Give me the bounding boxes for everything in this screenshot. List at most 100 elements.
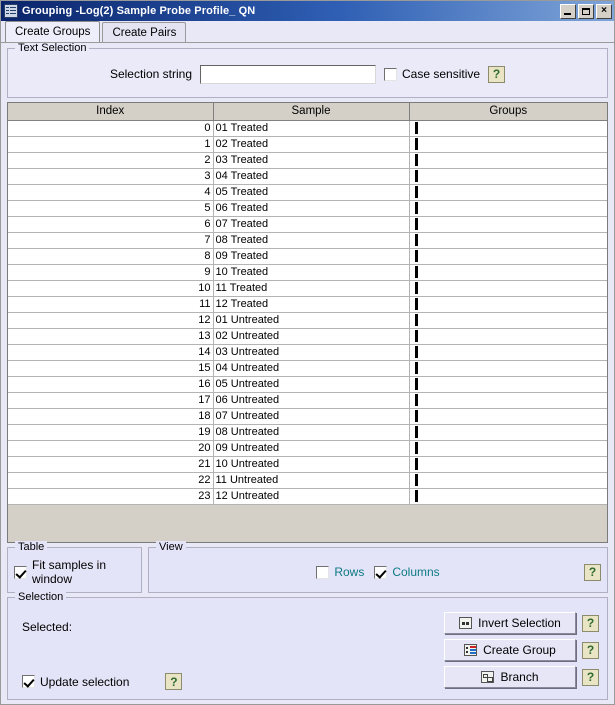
table-row[interactable]: 23 12 Untreated [8, 488, 607, 505]
groups-cell-caret-icon [414, 490, 418, 503]
cell-groups[interactable] [409, 344, 607, 361]
branch-button[interactable]: Branch [444, 666, 576, 688]
column-header-groups[interactable]: Groups [409, 103, 607, 121]
invert-selection-button[interactable]: Invert Selection [444, 612, 576, 634]
cell-groups[interactable] [409, 408, 607, 425]
view-rows-checkbox-box [316, 565, 330, 579]
view-rows-checkbox[interactable]: Rows [316, 565, 364, 579]
table-row[interactable]: 2 03 Treated [8, 152, 607, 169]
update-selection-checkbox-box [22, 675, 35, 688]
cell-groups[interactable] [409, 248, 607, 265]
cell-sample: 10 Untreated [213, 456, 410, 473]
cell-index: 22 [8, 472, 214, 489]
table-row[interactable]: 3 04 Treated [8, 168, 607, 185]
table-row[interactable]: 1 02 Treated [8, 136, 607, 153]
branch-help-button[interactable]: ? [582, 668, 599, 686]
create-group-button[interactable]: Create Group [444, 639, 576, 661]
cell-sample: 10 Treated [213, 264, 410, 281]
cell-index: 2 [8, 152, 214, 169]
maximize-button[interactable] [578, 3, 594, 19]
view-help-button[interactable]: ? [584, 563, 601, 581]
selection-panel: Selection Selected: Update selection ? I… [7, 591, 608, 700]
table-row[interactable]: 7 08 Treated [8, 232, 607, 249]
table-row[interactable]: 22 11 Untreated [8, 472, 607, 489]
table-row[interactable]: 18 07 Untreated [8, 408, 607, 425]
cell-groups[interactable] [409, 152, 607, 169]
table-row[interactable]: 13 02 Untreated [8, 328, 607, 345]
cell-index: 16 [8, 376, 214, 393]
cell-groups[interactable] [409, 488, 607, 505]
cell-sample: 07 Treated [213, 216, 410, 233]
view-columns-checkbox[interactable]: Columns [374, 565, 440, 579]
table-row[interactable]: 20 09 Untreated [8, 440, 607, 457]
groups-cell-caret-icon [414, 266, 418, 279]
cell-index: 1 [8, 136, 214, 153]
cell-groups[interactable] [409, 440, 607, 457]
column-header-sample[interactable]: Sample [213, 103, 410, 121]
table-row[interactable]: 15 04 Untreated [8, 360, 607, 377]
cell-groups[interactable] [409, 232, 607, 249]
cell-groups[interactable] [409, 120, 607, 137]
case-sensitive-checkbox[interactable]: Case sensitive [384, 67, 480, 81]
groups-cell-caret-icon [414, 410, 418, 423]
cell-groups[interactable] [409, 456, 607, 473]
tab-create-pairs[interactable]: Create Pairs [102, 22, 187, 42]
table-options-panel: Table Fit samples in window [7, 541, 142, 593]
table-row[interactable]: 21 10 Untreated [8, 456, 607, 473]
cell-groups[interactable] [409, 296, 607, 313]
cell-groups[interactable] [409, 168, 607, 185]
window-list-grid-icon [4, 4, 18, 18]
table-row[interactable]: 14 03 Untreated [8, 344, 607, 361]
table-row[interactable]: 17 06 Untreated [8, 392, 607, 409]
cell-groups[interactable] [409, 136, 607, 153]
minimize-button[interactable] [560, 3, 576, 19]
title-bar: Grouping -Log(2) Sample Probe Profile_ Q… [1, 1, 614, 21]
cell-groups[interactable] [409, 328, 607, 345]
fit-samples-checkbox-box [14, 565, 27, 579]
cell-groups[interactable] [409, 360, 607, 377]
cell-sample: 02 Untreated [213, 328, 410, 345]
update-selection-checkbox[interactable]: Update selection [22, 675, 129, 689]
groups-cell-caret-icon [414, 362, 418, 375]
cell-groups[interactable] [409, 312, 607, 329]
cell-groups[interactable] [409, 392, 607, 409]
fit-samples-checkbox[interactable]: Fit samples in window [14, 558, 135, 586]
cell-groups[interactable] [409, 424, 607, 441]
table-row[interactable]: 4 05 Treated [8, 184, 607, 201]
table-row[interactable]: 19 08 Untreated [8, 424, 607, 441]
update-selection-help-button[interactable]: ? [165, 673, 183, 690]
groups-cell-caret-icon [414, 378, 418, 391]
table-row[interactable]: 8 09 Treated [8, 248, 607, 265]
cell-groups[interactable] [409, 376, 607, 393]
column-header-index[interactable]: Index [8, 103, 214, 121]
cell-index: 4 [8, 184, 214, 201]
table-row[interactable]: 11 12 Treated [8, 296, 607, 313]
text-selection-panel: Text Selection Selection string Case sen… [7, 43, 608, 98]
cell-groups[interactable] [409, 280, 607, 297]
text-selection-help-button[interactable]: ? [488, 65, 506, 83]
selection-action-buttons: Invert Selection ? Create Group ? Branch [444, 612, 599, 688]
close-button[interactable]: × [596, 3, 612, 19]
table-row[interactable]: 0 01 Treated [8, 120, 607, 137]
groups-cell-caret-icon [414, 202, 418, 215]
table-row[interactable]: 10 11 Treated [8, 280, 607, 297]
view-options-legend: View [156, 541, 186, 553]
table-row[interactable]: 5 06 Treated [8, 200, 607, 217]
cell-groups[interactable] [409, 216, 607, 233]
selection-string-input[interactable] [200, 64, 376, 84]
table-row[interactable]: 6 07 Treated [8, 216, 607, 233]
table-row[interactable]: 16 05 Untreated [8, 376, 607, 393]
table-row[interactable]: 9 10 Treated [8, 264, 607, 281]
cell-groups[interactable] [409, 264, 607, 281]
cell-groups[interactable] [409, 472, 607, 489]
samples-table-container[interactable]: Index Sample Groups 0 01 Treated 1 02 Treat… [7, 102, 608, 543]
tab-create-groups[interactable]: Create Groups [5, 21, 101, 42]
invert-selection-help-button[interactable]: ? [582, 614, 599, 632]
cell-groups[interactable] [409, 184, 607, 201]
cell-sample: 12 Untreated [213, 488, 410, 505]
cell-index: 14 [8, 344, 214, 361]
groups-cell-caret-icon [414, 138, 418, 151]
cell-groups[interactable] [409, 200, 607, 217]
table-row[interactable]: 12 01 Untreated [8, 312, 607, 329]
create-group-help-button[interactable]: ? [582, 641, 599, 659]
